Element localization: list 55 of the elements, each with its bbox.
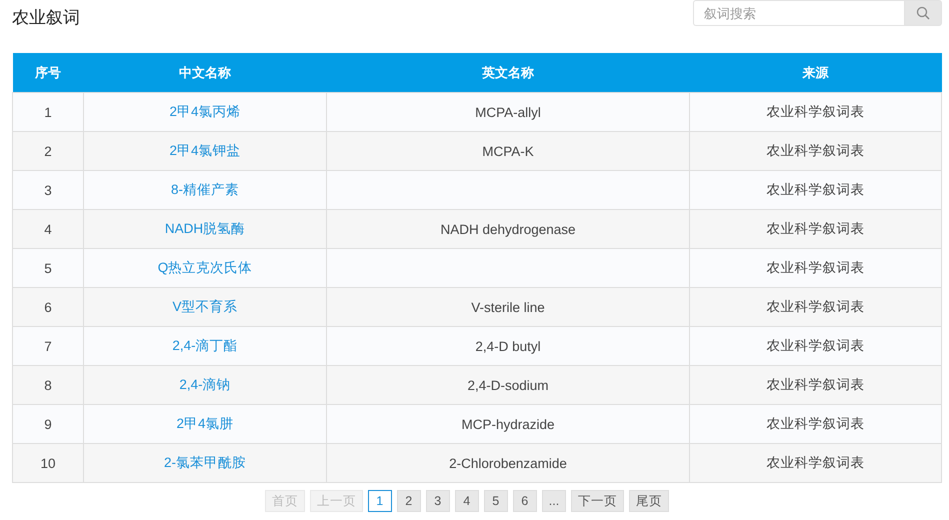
table-cell: 6 [44, 300, 52, 314]
page-button[interactable]: 尾页 [629, 490, 670, 512]
term-link[interactable]: 2甲4氯肼 [176, 416, 234, 431]
table-cell: 农业科学叙词表 [766, 377, 864, 392]
table-cell: 2,4-D butyl [475, 338, 541, 354]
table-cell: 2,4-D-sodium [467, 378, 549, 392]
term-link[interactable]: NADH脱氢酶 [164, 221, 246, 236]
page-button[interactable]: 1 [368, 490, 392, 512]
term-link[interactable]: 2,4-滴丁酯 [172, 338, 238, 353]
table-cell: 2-Chlorobenzamide [449, 456, 567, 470]
table-cell: 农业科学叙词表 [766, 455, 864, 470]
table-cell: 农业科学叙词表 [766, 221, 864, 236]
term-link[interactable]: 2,4-滴钠 [179, 377, 231, 392]
term-link[interactable]: 2-氯苯甲酰胺 [164, 455, 246, 470]
table-cell: 2 [44, 144, 52, 158]
table-cell: 9 [44, 416, 52, 432]
term-link[interactable]: 2甲4氯丙烯 [169, 104, 241, 119]
page-button[interactable]: ... [542, 490, 566, 512]
term-link[interactable]: 2甲4氯钾盐 [169, 143, 241, 158]
table-cell: 农业科学叙词表 [766, 104, 864, 119]
table-cell: MCPA-allyl [475, 104, 541, 120]
page-button[interactable]: 3 [426, 490, 450, 512]
column-header: 来源 [690, 53, 942, 92]
table-cell: 农业科学叙词表 [766, 299, 864, 314]
table-cell: NADH dehydrogenase [440, 222, 576, 236]
table-cell: 农业科学叙词表 [766, 143, 864, 158]
page-button[interactable]: 下一页 [571, 490, 624, 512]
term-link[interactable]: V型不育系 [172, 299, 238, 314]
page-button[interactable]: 5 [484, 490, 508, 512]
table-cell: 农业科学叙词表 [766, 260, 864, 275]
column-header: 中文名称 [84, 53, 326, 92]
table-cell: 3 [44, 182, 52, 198]
table-cell: 4 [44, 222, 52, 236]
page-button[interactable]: 2 [396, 490, 421, 512]
term-link[interactable]: Q热立克次氏体 [158, 260, 252, 275]
table-cell: 1 [44, 104, 52, 120]
table-cell: 农业科学叙词表 [766, 338, 864, 353]
term-link[interactable]: 8-精催产素 [170, 182, 239, 197]
table-cell: MCPA-K [482, 144, 534, 158]
page-title: 农业叙词 [12, 7, 80, 29]
table-cell: 8 [44, 378, 52, 392]
column-header: 序号 [12, 53, 84, 92]
page-button[interactable]: 6 [512, 490, 537, 512]
table-cell: 农业科学叙词表 [766, 416, 864, 431]
table-cell: 5 [44, 260, 52, 276]
page-button[interactable]: 4 [454, 490, 479, 512]
column-header: 英文名称 [326, 53, 690, 92]
search-button[interactable] [904, 0, 942, 26]
table-cell: 7 [44, 338, 52, 354]
table-cell: V-sterile line [471, 300, 545, 314]
table-cell: 农业科学叙词表 [766, 182, 864, 197]
table-cell: MCP-hydrazide [461, 416, 555, 432]
search-field[interactable]: 叙词搜索 [693, 0, 904, 26]
table-cell: 10 [40, 456, 56, 470]
search-icon [916, 6, 930, 20]
